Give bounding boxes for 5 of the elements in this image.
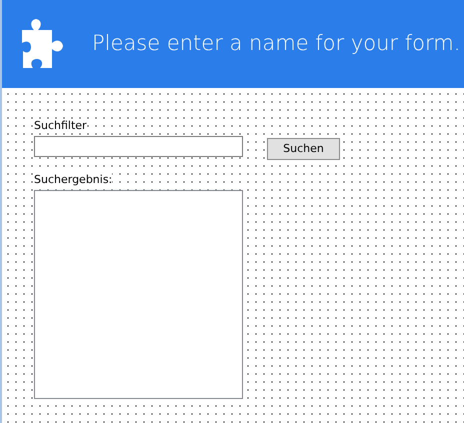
search-filter-field[interactable] <box>34 136 243 157</box>
search-filter-label: Suchfilter <box>34 119 87 132</box>
search-button[interactable]: Suchen <box>267 138 340 160</box>
form-title: Please enter a name for your form. <box>92 30 460 58</box>
search-result-label: Suchergebnis: <box>34 173 112 186</box>
